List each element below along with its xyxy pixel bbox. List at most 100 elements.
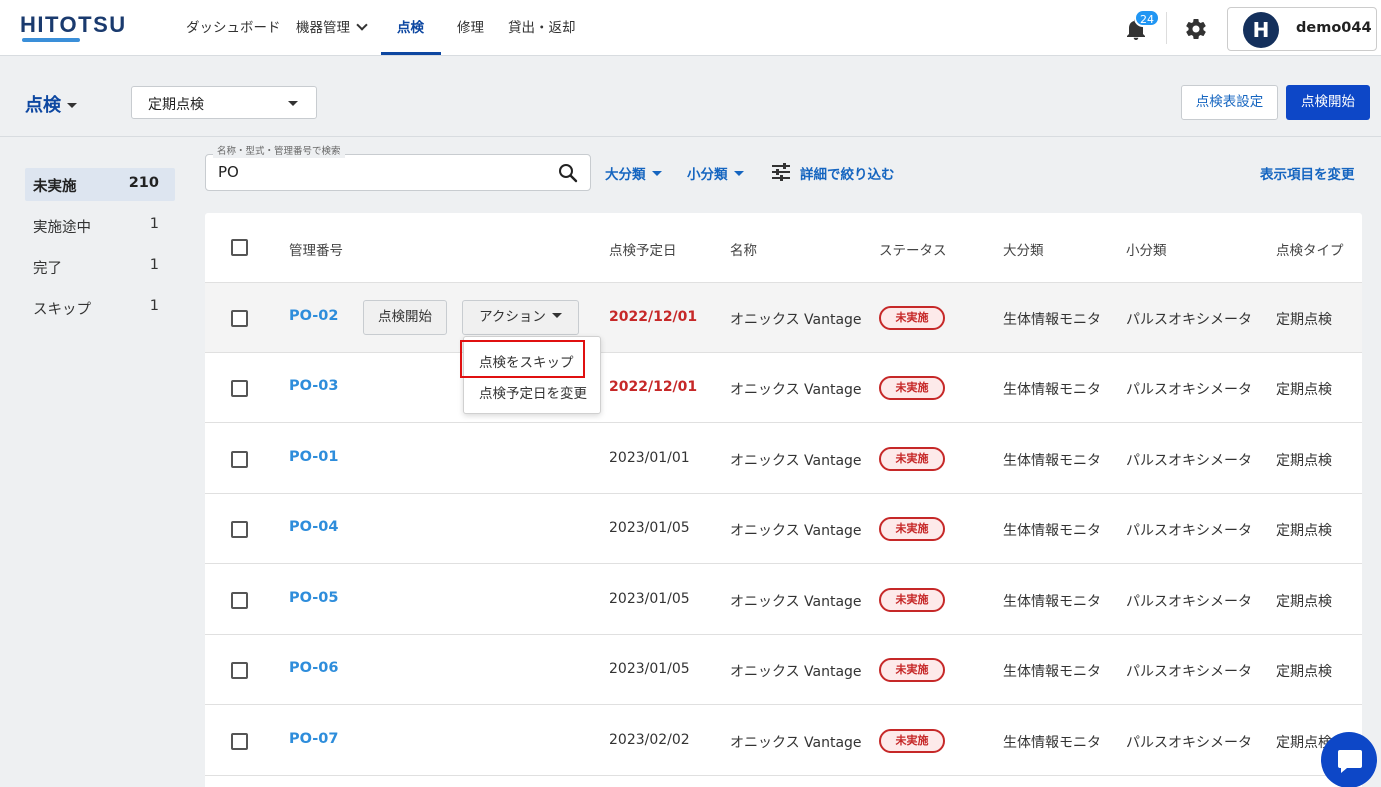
scheduled-date: 2023/01/05 <box>609 520 690 536</box>
major-category: 生体情報モニタ <box>1003 453 1101 469</box>
status-label: スキップ <box>33 302 91 318</box>
minor-category: パルスオキシメータ <box>1126 453 1252 469</box>
caret-down-icon <box>288 101 298 106</box>
status-count: 1 <box>149 216 159 232</box>
management-number-link[interactable]: PO-05 <box>289 590 338 606</box>
chat-button[interactable] <box>1321 732 1377 787</box>
status-count: 210 <box>128 175 159 191</box>
equipment-name: オニックス Vantage <box>730 594 862 610</box>
top-navbar: HITOTSU ダッシュボード 機器管理 点検 修理 貸出・返却 24 H de… <box>0 0 1381 56</box>
scheduled-date: 2023/01/01 <box>609 450 690 466</box>
inspection-type-select[interactable]: 定期点検 <box>131 86 317 119</box>
major-category-filter[interactable]: 大分類 <box>605 163 662 183</box>
highlight-annotation <box>460 340 585 378</box>
inspection-type: 定期点検 <box>1276 312 1332 328</box>
row-checkbox[interactable] <box>231 310 248 327</box>
scheduled-date: 2023/02/02 <box>609 732 690 748</box>
management-number-link[interactable]: PO-03 <box>289 378 338 394</box>
chat-icon <box>1338 750 1362 773</box>
search-label: 名称・型式・管理番号で検索 <box>213 146 345 158</box>
equipment-name: オニックス Vantage <box>730 312 862 328</box>
column-header-major[interactable]: 大分類 <box>1003 239 1044 259</box>
tune-icon[interactable] <box>771 162 791 182</box>
select-all-checkbox[interactable] <box>231 239 248 256</box>
row-action-button[interactable]: アクション <box>462 300 579 335</box>
detail-filter-button[interactable]: 詳細で絞り込む <box>800 163 895 183</box>
nav-active-indicator <box>381 52 441 55</box>
table-row[interactable]: PO-04 2023/01/05 オニックス Vantage 未実施 生体情報モ… <box>205 494 1362 564</box>
gear-icon[interactable] <box>1184 17 1208 41</box>
chevron-down-icon <box>356 19 368 31</box>
column-header-minor[interactable]: 小分類 <box>1126 239 1167 259</box>
table-row[interactable]: PO-05 2023/01/05 オニックス Vantage 未実施 生体情報モ… <box>205 565 1362 635</box>
app-logo[interactable]: HITOTSU <box>20 12 127 38</box>
table-header: 管理番号 点検予定日 名称 ステータス 大分類 小分類 点検タイプ <box>205 213 1362 283</box>
management-number-link[interactable]: PO-07 <box>289 731 338 747</box>
search-value: PO <box>218 163 239 181</box>
search-icon[interactable] <box>558 163 578 183</box>
row-start-inspection-button[interactable]: 点検開始 <box>363 300 447 335</box>
column-header-id[interactable]: 管理番号 <box>289 239 343 259</box>
major-category: 生体情報モニタ <box>1003 312 1101 328</box>
nav-equipment[interactable]: 機器管理 <box>296 0 368 56</box>
major-category: 生体情報モニタ <box>1003 523 1101 539</box>
equipment-name: オニックス Vantage <box>730 382 862 398</box>
caret-down-icon <box>67 103 77 108</box>
start-inspection-button[interactable]: 点検開始 <box>1286 85 1370 120</box>
status-label: 完了 <box>33 261 62 277</box>
inspection-sheet-settings-button[interactable]: 点検表設定 <box>1181 85 1278 120</box>
status-item-not-done[interactable]: 未実施 210 <box>25 168 175 201</box>
minor-category: パルスオキシメータ <box>1126 735 1252 751</box>
management-number-link[interactable]: PO-02 <box>289 308 338 324</box>
row-checkbox[interactable] <box>231 451 248 468</box>
search-input[interactable]: PO <box>205 154 591 191</box>
table-row[interactable]: PO-03 2022/12/01 オニックス Vantage 未実施 生体情報モ… <box>205 353 1362 423</box>
notification-badge: 24 <box>1134 9 1160 27</box>
scheduled-date: 2022/12/01 <box>609 309 698 325</box>
row-checkbox[interactable] <box>231 380 248 397</box>
row-checkbox[interactable] <box>231 733 248 750</box>
inspection-type: 定期点検 <box>1276 594 1332 610</box>
column-header-date[interactable]: 点検予定日 <box>609 239 677 259</box>
nav-lending[interactable]: 貸出・返却 <box>508 0 576 56</box>
nav-dashboard[interactable]: ダッシュボード <box>186 0 281 56</box>
change-columns-button[interactable]: 表示項目を変更 <box>1260 163 1355 183</box>
user-menu[interactable]: H demo044 <box>1227 7 1377 51</box>
table-row[interactable]: PO-01 2023/01/01 オニックス Vantage 未実施 生体情報モ… <box>205 424 1362 494</box>
row-checkbox[interactable] <box>231 521 248 538</box>
column-header-name[interactable]: 名称 <box>730 239 757 259</box>
inspection-type: 定期点検 <box>1276 664 1332 680</box>
nav-inspection[interactable]: 点検 <box>397 0 424 56</box>
nav-repair[interactable]: 修理 <box>457 0 484 56</box>
scheduled-date: 2022/12/01 <box>609 379 698 395</box>
table-row[interactable]: PO-07 2023/02/02 オニックス Vantage 未実施 生体情報モ… <box>205 706 1362 776</box>
avatar: H <box>1243 12 1279 48</box>
minor-category-filter[interactable]: 小分類 <box>687 163 744 183</box>
page-title[interactable]: 点検 <box>25 91 77 117</box>
caret-down-icon <box>651 171 662 176</box>
row-checkbox[interactable] <box>231 662 248 679</box>
row-checkbox[interactable] <box>231 592 248 609</box>
status-count: 1 <box>149 298 159 314</box>
status-item-in-progress[interactable]: 実施途中 1 <box>25 209 175 242</box>
column-header-status[interactable]: ステータス <box>879 239 947 259</box>
username: demo044 <box>1296 20 1372 36</box>
caret-down-icon <box>733 171 744 176</box>
table-row[interactable]: PO-06 2023/01/05 オニックス Vantage 未実施 生体情報モ… <box>205 635 1362 705</box>
table-row[interactable]: PO-02 点検開始 アクション 2022/12/01 オニックス Vantag… <box>205 283 1362 353</box>
menu-item-change-scheduled-date[interactable]: 点検予定日を変更 <box>479 382 587 402</box>
scheduled-date: 2023/01/05 <box>609 661 690 677</box>
inspection-type: 定期点検 <box>1276 382 1332 398</box>
page-title-label: 点検 <box>25 95 61 116</box>
status-item-complete[interactable]: 完了 1 <box>25 250 175 283</box>
major-category-label: 大分類 <box>605 167 646 183</box>
column-header-type[interactable]: 点検タイプ <box>1276 239 1344 259</box>
management-number-link[interactable]: PO-04 <box>289 519 338 535</box>
minor-category: パルスオキシメータ <box>1126 664 1252 680</box>
nav-equipment-label: 機器管理 <box>296 20 350 36</box>
management-number-link[interactable]: PO-01 <box>289 449 338 465</box>
inspection-table: 管理番号 点検予定日 名称 ステータス 大分類 小分類 点検タイプ PO-02 … <box>205 213 1362 787</box>
management-number-link[interactable]: PO-06 <box>289 660 338 676</box>
minor-category: パルスオキシメータ <box>1126 382 1252 398</box>
status-item-skipped[interactable]: スキップ 1 <box>25 291 175 324</box>
